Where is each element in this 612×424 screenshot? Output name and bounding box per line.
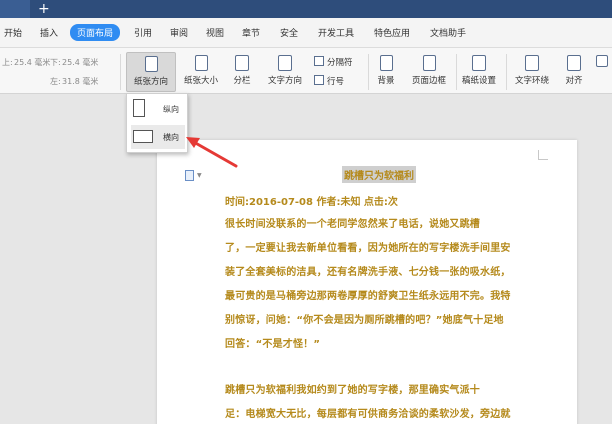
margin-top-field[interactable]: 25.4 毫米 [14, 57, 50, 68]
separator-icon [314, 56, 324, 66]
align-label: 对齐 [565, 76, 583, 86]
new-tab-button[interactable]: + [38, 1, 50, 17]
tab-references[interactable]: 引用 [134, 26, 152, 39]
background-label: 背景 [377, 76, 395, 86]
orientation-icon [144, 56, 158, 72]
tab-page-layout[interactable]: 页面布局 [70, 24, 121, 41]
align-icon [567, 55, 581, 71]
document-line[interactable]: 回答：“不是才怪！” [225, 335, 320, 350]
landscape-page-icon [133, 130, 153, 143]
columns-icon [235, 55, 249, 71]
manuscript-icon [472, 55, 486, 71]
page-corner-mark [538, 150, 548, 160]
background-button[interactable]: 背景 [372, 52, 400, 92]
line-number-icon [314, 75, 324, 85]
document-line[interactable]: 了，一定要让我去新单位看看，因为她所在的写字楼洗手间里安 [225, 239, 511, 254]
document-line[interactable]: 足：电梯宽大无比，每层都有可供商务洽谈的柔软沙发，旁边就 [225, 405, 511, 420]
document-line[interactable]: 跳槽只为软福利我如约到了她的写字楼，那里确实气派十 [225, 381, 480, 396]
tab-review[interactable]: 审阅 [170, 26, 188, 39]
document-line[interactable]: 装了全套美标的洁具，还有名牌洗手液、七分钱一张的吸水纸， [225, 263, 511, 278]
tab-developer[interactable]: 开发工具 [318, 26, 354, 39]
orientation-label: 纸张方向 [133, 77, 168, 87]
separator-label: 分隔符 [327, 58, 353, 68]
toolbar-separator [506, 54, 507, 90]
toolbar-separator [368, 54, 369, 90]
document-line[interactable]: 别惊讶，问她：“你不会是因为厕所跳槽的吧？”她底气十足地 [225, 311, 504, 326]
tab-features[interactable]: 特色应用 [374, 26, 410, 39]
chevron-down-icon[interactable]: ▼ [197, 172, 202, 179]
red-arrow-icon [186, 137, 238, 168]
ribbon-tab-bar: 开始 插入 页面布局 引用 审阅 视图 章节 安全 开发工具 特色应用 文档助手 [0, 18, 612, 48]
tab-home[interactable]: 开始 [4, 26, 22, 39]
text-wrap-label: 文字环绕 [514, 76, 549, 86]
text-direction-label: 文字方向 [267, 76, 302, 86]
document-line[interactable]: 很长时间没联系的一个老同学忽然来了电话，说她又跳槽 [225, 215, 480, 230]
tab-doc-assistant[interactable]: 文档助手 [430, 26, 466, 39]
line-number-label: 行号 [327, 77, 345, 87]
margin-left-field[interactable]: 31.8 毫米 [62, 76, 98, 87]
paper-size-button[interactable]: 纸张大小 [178, 52, 224, 92]
page-border-label: 页面边框 [411, 76, 446, 86]
tab-view[interactable]: 视图 [206, 26, 224, 39]
line-number-button[interactable]: 行号 [314, 75, 344, 87]
document-title[interactable]: 跳槽只为软福利 [342, 166, 416, 183]
margin-bottom-field[interactable]: 25.4 毫米 [62, 57, 98, 68]
text-direction-button[interactable]: 文字方向 [262, 52, 308, 92]
columns-label: 分栏 [233, 76, 251, 86]
align-button[interactable]: 对齐 [560, 52, 588, 92]
page-border-icon [422, 55, 436, 71]
toolbar-separator [456, 54, 457, 90]
tab-security[interactable]: 安全 [280, 26, 298, 39]
document-line[interactable]: 最可贵的是马桶旁边那两卷厚厚的舒爽卫生纸永远用不完。我特 [225, 287, 511, 302]
text-wrap-button[interactable]: 文字环绕 [508, 52, 556, 92]
document-meta[interactable]: 时间:2016-07-08 作者:未知 点击:次 [225, 193, 398, 208]
portrait-option[interactable]: 纵向 [131, 97, 185, 121]
toolbar-separator [120, 54, 121, 90]
page-border-button[interactable]: 页面边框 [406, 52, 452, 92]
text-direction-icon [278, 55, 292, 71]
tab-insert[interactable]: 插入 [40, 26, 58, 39]
portrait-label: 纵向 [163, 105, 179, 114]
orientation-dropdown: 纵向 横向 [126, 93, 188, 153]
paper-size-icon [194, 55, 208, 71]
orientation-button[interactable]: 纸张方向 [126, 52, 176, 92]
margin-bottom-label: 下: [50, 58, 61, 67]
paper-size-label: 纸张大小 [183, 76, 218, 86]
margin-left-label: 左: [50, 77, 61, 86]
active-window-tab[interactable] [0, 0, 30, 18]
margin-top-label: 上: [2, 58, 13, 67]
landscape-option[interactable]: 横向 [131, 125, 185, 149]
window-tab-strip: + [0, 0, 612, 18]
rotate-icon [596, 55, 608, 67]
manuscript-label: 稿纸设置 [461, 76, 496, 86]
separator-button[interactable]: 分隔符 [314, 56, 353, 68]
tab-section[interactable]: 章节 [242, 26, 260, 39]
columns-button[interactable]: 分栏 [228, 52, 256, 92]
background-icon [379, 55, 393, 71]
portrait-page-icon [133, 99, 145, 117]
landscape-label: 横向 [163, 133, 179, 142]
rotate-button[interactable] [592, 52, 612, 92]
manuscript-button[interactable]: 稿纸设置 [458, 52, 500, 92]
text-wrap-icon [525, 55, 539, 71]
